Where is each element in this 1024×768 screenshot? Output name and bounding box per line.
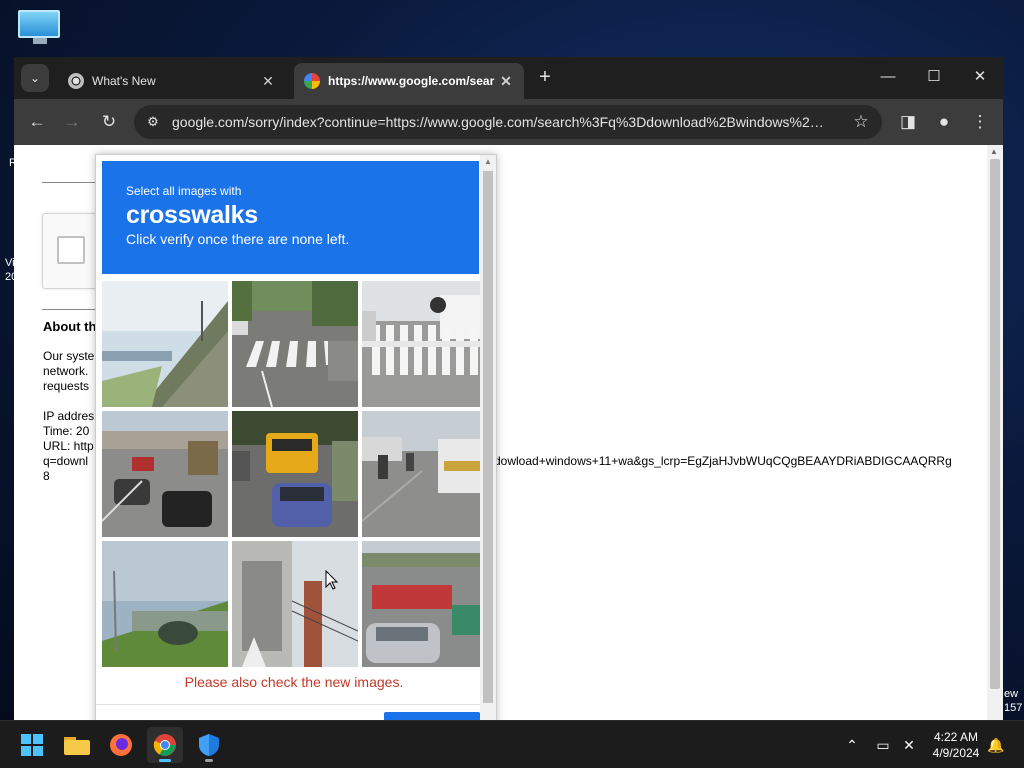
notification-bell-icon[interactable]: 🔔 [986,735,1006,755]
volume-muted-icon[interactable]: ✕ [899,735,919,755]
clock-date: 4/9/2024 [932,746,980,760]
arrow-right-icon: → [63,112,81,131]
firefox-icon [110,734,132,756]
defender-button[interactable] [191,727,227,763]
footer-divider [96,704,492,705]
url-overflow-text: dowload+windows+11+wa&gs_lcrp=EgZjaHJvbW… [494,454,952,468]
desktop-text-fragment: 157 [1004,702,1023,714]
shield-icon [199,734,219,756]
side-panel-button[interactable]: ◨ [894,108,922,136]
browser-toolbar: ← → ↻ ⚙ google.com/sorry/index?continue=… [14,99,1003,145]
captcha-tile-traffic-jam[interactable] [102,411,228,537]
page-scrollbar[interactable]: ▲ [987,145,1003,720]
recaptcha-challenge: Select all images with crosswalks Click … [95,154,497,720]
running-indicator [205,759,213,762]
desktop-text-fragment: ew [1004,688,1019,700]
close-tab-icon[interactable]: ✕ [498,73,514,90]
chrome-menu-button[interactable]: ⋮ [966,108,994,136]
close-window-button[interactable]: ✕ [960,63,1000,91]
reload-icon: ↻ [101,112,117,131]
google-icon [304,73,320,89]
maximize-button[interactable]: ☐ [914,63,954,91]
about-heading: About th [43,319,97,334]
url-text: 8 [43,469,50,483]
active-indicator [159,759,171,762]
instruction-text: Click verify once there are none left. [126,231,350,247]
chrome-icon [68,73,84,89]
url-text: URL: http [43,439,94,453]
page-viewport: About th Our syste network. requests IP … [14,145,1003,720]
network-icon[interactable]: ▭ [873,735,893,755]
chrome-icon [153,734,176,756]
challenge-scrollbar[interactable]: ▲ [480,155,496,720]
time-text: Time: 20 [43,424,90,438]
captcha-tile-overpass-grass[interactable] [102,541,228,667]
folder-icon [64,737,90,755]
tab-search-button[interactable]: ⌄ [21,64,49,92]
divider [42,182,102,183]
ip-address-text: IP addres [43,409,95,423]
captcha-tile-highway-hillside[interactable] [102,281,228,407]
file-explorer-button[interactable] [59,727,95,763]
arrow-left-icon: ← [28,112,46,131]
profile-button[interactable]: ● [930,108,958,136]
challenge-target: crosswalks [126,201,258,229]
challenge-header: Select all images with crosswalks Click … [102,161,479,274]
reload-button[interactable]: ↻ [95,108,123,136]
start-button[interactable] [14,727,50,763]
site-info-icon[interactable]: ⚙ [142,111,164,133]
taskbar: ⌃ ▭ ✕ 4:22 AM 4/9/2024 🔔 [0,720,1024,768]
url-text: q=downl [43,454,89,468]
tab-strip: ⌄ What's New ✕ https://www.google.com/se… [14,57,1003,99]
url-text[interactable]: google.com/sorry/index?continue=https://… [172,114,832,130]
show-hidden-icons-icon[interactable]: ⌃ [842,735,862,755]
plus-icon: + [539,66,551,88]
scrollbar-thumb[interactable] [990,159,1000,689]
maximize-icon: ☐ [927,68,941,85]
close-tab-icon[interactable]: ✕ [260,73,276,90]
captcha-tile-crosswalk-street[interactable] [232,281,358,407]
captcha-tile-scooter-road[interactable] [362,411,488,537]
address-bar[interactable]: ⚙ google.com/sorry/index?continue=https:… [134,105,882,139]
bookmark-star-icon[interactable]: ☆ [850,111,872,133]
captcha-tile-building-street[interactable] [232,541,358,667]
verify-button[interactable] [384,712,480,720]
clock-time: 4:22 AM [933,730,979,744]
forward-button[interactable]: → [58,108,86,136]
error-message: Please also check the new images. [184,674,404,690]
system-clock[interactable]: 4:22 AM 4/9/2024 [926,729,986,761]
body-text: network. [43,364,89,378]
tab-title: What's New [92,74,156,88]
scroll-up-icon[interactable]: ▲ [990,147,998,156]
scrollbar-thumb[interactable] [483,171,493,703]
person-icon: ● [938,112,950,131]
captcha-tile-motorcycle-fence[interactable] [362,281,488,407]
minimize-icon: — [880,68,896,85]
windows-icon [21,734,43,756]
this-pc-icon[interactable] [18,10,62,50]
scroll-up-icon[interactable]: ▲ [484,157,492,166]
instruction-text: Select all images with [126,184,242,198]
new-tab-button[interactable]: + [534,67,556,89]
chrome-window: ⌄ What's New ✕ https://www.google.com/se… [14,57,1003,720]
recaptcha-checkbox[interactable] [57,236,85,264]
firefox-button[interactable] [103,727,139,763]
back-button[interactable]: ← [23,108,51,136]
captcha-tile-school-bus-traffic[interactable] [232,411,358,537]
chevron-down-icon: ⌄ [29,71,41,85]
body-text: Our syste [43,349,95,363]
side-panel-icon: ◨ [899,112,917,131]
captcha-tile-bus-overpass[interactable] [362,541,488,667]
minimize-button[interactable]: — [868,63,908,91]
body-text: requests [43,379,90,393]
divider [42,309,102,310]
tab-title: https://www.google.com/sear [328,74,495,88]
chrome-taskbar-button[interactable] [147,727,183,763]
tab-google-sorry[interactable]: https://www.google.com/sear ✕ [294,63,524,99]
close-icon: ✕ [973,68,987,85]
more-vert-icon: ⋮ [971,112,989,131]
tab-whats-new[interactable]: What's New ✕ [58,63,286,99]
